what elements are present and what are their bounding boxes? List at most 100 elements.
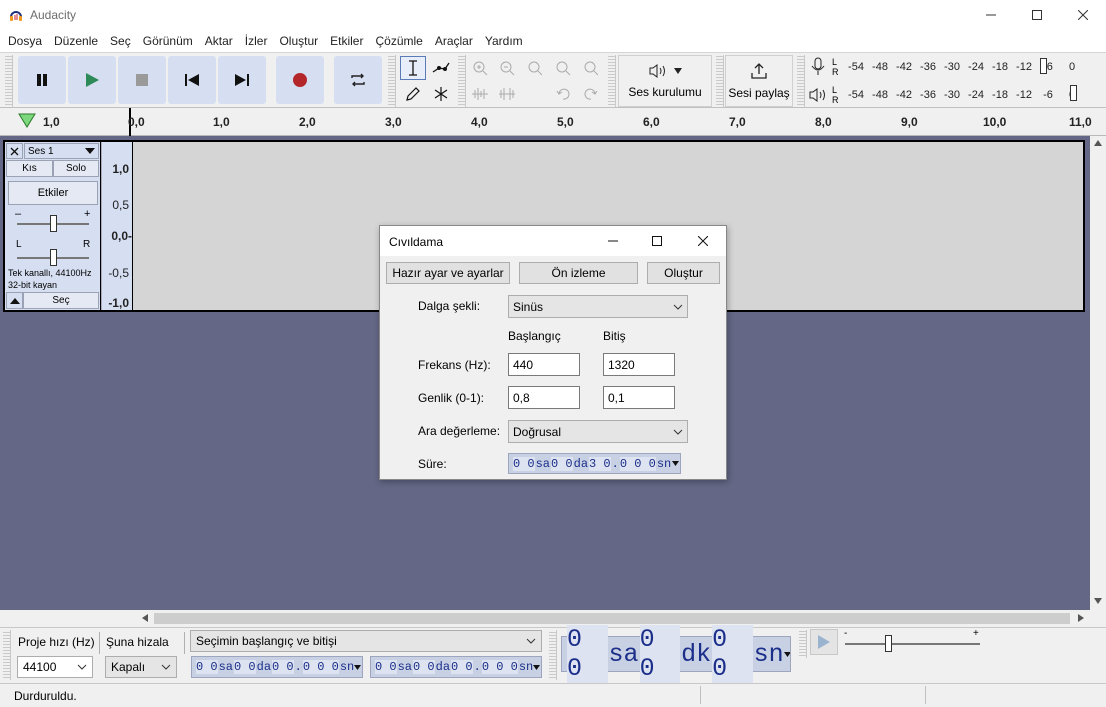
audio-position-time[interactable]: 0 0 sa 0 0 dk 0 0 sn xyxy=(561,625,791,683)
amplitude-start-input[interactable] xyxy=(508,386,580,409)
horizontal-scrollbar[interactable] xyxy=(138,610,1090,627)
sel-end-seconds[interactable]: 0 0 xyxy=(451,660,473,674)
position-seconds[interactable]: 0 0 xyxy=(712,625,753,683)
loop-button[interactable] xyxy=(334,56,382,104)
pause-button[interactable] xyxy=(18,56,66,104)
recording-meter[interactable]: LR -54 -48 -42 -36 -30 -24 -18 -12 -6 0 … xyxy=(808,56,1098,106)
timeline-ruler[interactable]: 1,0 0,0 1,0 2,0 3,0 4,0 5,0 6,0 7,0 8,0 … xyxy=(0,108,1106,136)
frequency-end-input[interactable] xyxy=(603,353,675,376)
dialog-close-button[interactable] xyxy=(680,226,726,256)
multi-tool[interactable] xyxy=(428,82,454,106)
skip-to-end-button[interactable] xyxy=(218,56,266,104)
menu-select[interactable]: Seç xyxy=(104,34,137,48)
play-head-marker-icon[interactable] xyxy=(18,113,36,129)
menu-file[interactable]: Dosya xyxy=(2,34,48,48)
duration-milliseconds[interactable]: 0 0 0 xyxy=(619,456,656,471)
scroll-up-icon[interactable] xyxy=(1094,140,1102,146)
redo-button[interactable] xyxy=(578,82,604,106)
effects-button[interactable]: Etkiler xyxy=(8,181,98,205)
zoom-out-button[interactable] xyxy=(494,56,520,80)
zoom-toggle-button[interactable] xyxy=(578,56,604,80)
zoom-in-button[interactable] xyxy=(467,56,493,80)
selection-mode-select[interactable]: Seçimin başlangıç ve bitişi xyxy=(190,630,542,652)
menu-view[interactable]: Görünüm xyxy=(137,34,199,48)
envelope-tool[interactable] xyxy=(428,56,454,80)
interpolation-select[interactable]: Doğrusal xyxy=(508,420,688,443)
record-button[interactable] xyxy=(276,56,324,104)
scroll-down-icon[interactable] xyxy=(1094,598,1102,604)
select-track-button[interactable]: Seç xyxy=(23,292,99,309)
playback-level-slider[interactable] xyxy=(1070,85,1077,101)
dropdown-arrow-icon[interactable] xyxy=(533,664,541,670)
minimize-button[interactable] xyxy=(968,0,1014,30)
duration-seconds[interactable]: 3 0 xyxy=(589,456,611,471)
skip-to-start-button[interactable] xyxy=(168,56,216,104)
menu-generate[interactable]: Oluştur xyxy=(273,34,324,48)
presets-button[interactable]: Hazır ayar ve ayarlar xyxy=(386,262,510,284)
menu-help[interactable]: Yardım xyxy=(479,34,529,48)
sel-start-minutes[interactable]: 0 0 xyxy=(234,660,256,674)
generate-button[interactable]: Oluştur xyxy=(647,262,720,284)
sel-start-hours[interactable]: 0 0 xyxy=(196,660,218,674)
frequency-start-input[interactable] xyxy=(508,353,580,376)
dialog-maximize-button[interactable] xyxy=(634,226,680,256)
scroll-right-icon[interactable] xyxy=(1078,614,1084,622)
menu-effect[interactable]: Etkiler xyxy=(324,34,369,48)
speed-slider-track[interactable] xyxy=(845,643,980,645)
dropdown-arrow-icon[interactable] xyxy=(672,461,680,466)
silence-button[interactable] xyxy=(494,82,520,106)
preview-button[interactable]: Ön izleme xyxy=(519,262,638,284)
sel-end-hours[interactable]: 0 0 xyxy=(375,660,397,674)
menu-edit[interactable]: Düzenle xyxy=(48,34,104,48)
toolbar-grip[interactable] xyxy=(799,630,807,658)
menu-tracks[interactable]: İzler xyxy=(239,34,274,48)
maximize-button[interactable] xyxy=(1014,0,1060,30)
fit-selection-button[interactable] xyxy=(522,56,548,80)
menu-transport[interactable]: Aktar xyxy=(199,34,239,48)
play-button[interactable] xyxy=(68,56,116,104)
toolbar-grip[interactable] xyxy=(458,55,466,107)
scroll-left-icon[interactable] xyxy=(142,614,148,622)
trim-button[interactable] xyxy=(467,82,493,106)
play-at-speed-button[interactable] xyxy=(810,629,838,655)
project-rate-select[interactable]: 44100 xyxy=(17,656,93,678)
mute-button[interactable]: Kıs xyxy=(6,160,53,177)
menu-analyze[interactable]: Çözümle xyxy=(369,34,428,48)
menu-tools[interactable]: Araçlar xyxy=(429,34,479,48)
sel-end-milliseconds[interactable]: 0 0 0 xyxy=(481,660,518,674)
duration-time-control[interactable]: 0 0 sa 0 0 da 3 0 . 0 0 0 sn xyxy=(508,453,681,474)
gain-slider-thumb[interactable] xyxy=(50,215,57,232)
toolbar-grip[interactable] xyxy=(388,55,396,107)
toolbar-grip[interactable] xyxy=(549,630,557,680)
solo-button[interactable]: Solo xyxy=(53,160,99,177)
draw-tool[interactable] xyxy=(400,82,426,106)
snap-select[interactable]: Kapalı xyxy=(105,656,177,678)
amplitude-end-input[interactable] xyxy=(603,386,675,409)
track-vertical-scale[interactable]: 1,0 0,5 0,0- -0,5 -1,0 xyxy=(101,142,132,310)
track-close-button[interactable] xyxy=(6,143,23,159)
position-minutes[interactable]: 0 0 xyxy=(639,625,681,683)
waveform-select[interactable]: Sinüs xyxy=(508,295,688,318)
toolbar-grip[interactable] xyxy=(716,55,724,107)
collapse-track-button[interactable] xyxy=(6,292,23,309)
fit-project-button[interactable] xyxy=(550,56,576,80)
position-hours[interactable]: 0 0 xyxy=(567,625,608,683)
duration-minutes[interactable]: 0 0 xyxy=(551,456,573,471)
close-window-button[interactable] xyxy=(1060,0,1106,30)
track-name-menu[interactable]: Ses 1 xyxy=(24,143,99,159)
toolbar-grip[interactable] xyxy=(3,630,11,680)
stop-button[interactable] xyxy=(118,56,166,104)
dropdown-arrow-icon[interactable] xyxy=(354,664,362,670)
duration-hours[interactable]: 0 0 xyxy=(513,456,535,471)
selection-start-time[interactable]: 0 0 sa 0 0 da 0 0 . 0 0 0 sn xyxy=(191,656,363,678)
sel-start-seconds[interactable]: 0 0 xyxy=(272,660,294,674)
toolbar-grip[interactable] xyxy=(608,55,616,107)
sel-end-minutes[interactable]: 0 0 xyxy=(413,660,435,674)
pan-slider-thumb[interactable] xyxy=(50,249,57,266)
undo-button[interactable] xyxy=(550,82,576,106)
horizontal-scroll-thumb[interactable] xyxy=(154,613,1070,624)
vertical-scrollbar[interactable] xyxy=(1090,136,1106,610)
share-audio-button[interactable]: Sesi paylaş xyxy=(725,55,793,107)
toolbar-grip[interactable] xyxy=(797,55,805,107)
recording-level-slider[interactable] xyxy=(1040,58,1047,74)
